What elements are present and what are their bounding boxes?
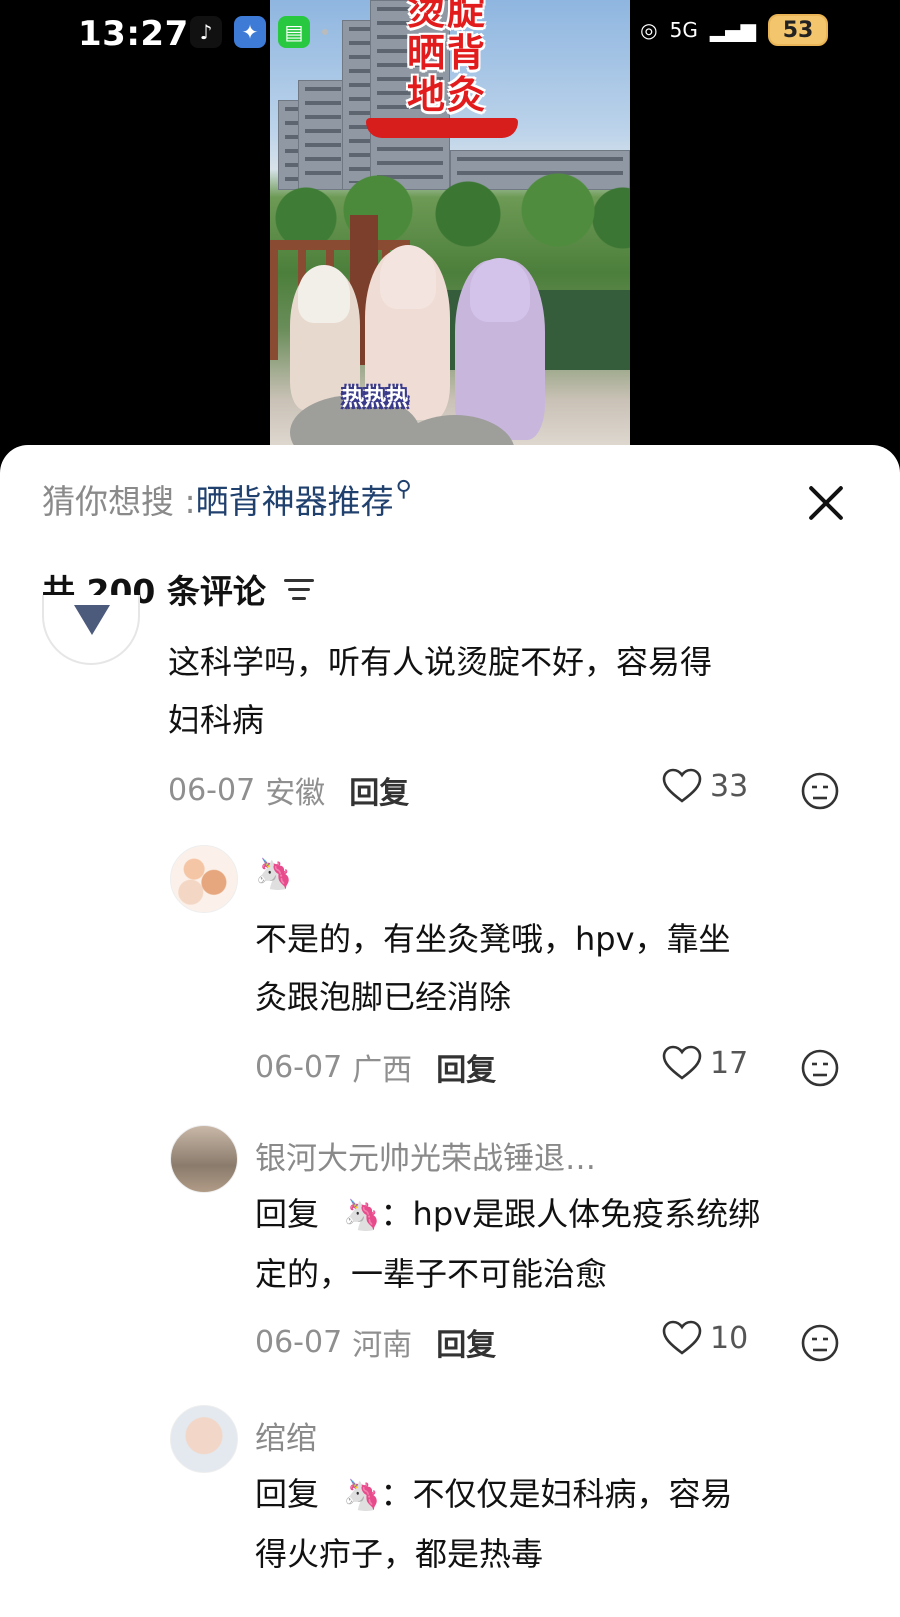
suggest-query-link[interactable]: 晒背神器推荐 [196,475,394,523]
heart-icon [662,1320,702,1355]
game-icon: ✦ [234,16,266,48]
comment-text: 回复 🦄：hpv是跟人体免疫系统绑 定的，一辈子不可能治愈 [255,1195,761,1293]
search-icon: ⚲ [395,476,412,502]
comment-date: 06-07 [168,772,256,808]
dislike-face-icon[interactable] [800,771,840,811]
avatar[interactable] [42,595,140,665]
like-button[interactable]: 33 [662,768,748,804]
username[interactable]: 银河大元帅光荣战锤退… [255,1133,596,1178]
status-app-icons: ♪ ✦ ▤ [190,16,328,48]
reply-button[interactable]: 回复 [349,768,409,812]
comment-location: 安徽 [265,776,326,811]
comment-text: 回复 🦄：不仅仅是妇科病，容易 得火疖子，都是热毒 [255,1475,733,1573]
comment-text: 这科学吗，听有人说烫腚不好，容易得 妇科病 [168,643,713,739]
banner-line-2: 晒背 [406,31,487,75]
comment-meta: 06-07 安徽 回复 [168,768,409,812]
reply-button[interactable]: 回复 [436,1045,496,1089]
reply-to-username[interactable]: 🦄 [343,1478,380,1513]
reply-button[interactable]: 回复 [436,1320,496,1364]
video-player[interactable]: 烫腚 晒背 地灸 热热热 [270,0,630,470]
comment-meta: 06-07 广西 回复 [255,1045,496,1089]
avatar[interactable] [170,1125,238,1193]
robot-icon: ◎ [640,18,658,42]
close-icon[interactable] [806,483,846,523]
like-button[interactable]: 10 [662,1320,748,1356]
like-count: 10 [710,1320,749,1356]
banner-ribbon [366,118,518,138]
avatar[interactable] [170,1405,238,1473]
video-area[interactable]: 烫腚 晒背 地灸 热热热 13:27 ♪ ✦ ▤ ◎ 5G ▂▄▆ 53 [0,0,900,470]
heart-icon [662,1045,702,1080]
sort-icon[interactable] [283,577,314,601]
heart-icon [662,768,702,803]
comment-date: 06-07 [255,1049,343,1085]
username[interactable]: 绾绾 [255,1413,317,1458]
avatar[interactable] [170,845,238,913]
comment-sheet: 猜你想搜 : 晒背神器推荐 ⚲ 共 200 条评论 这科学吗，听有人说烫腚不好，… [0,445,900,1617]
notification-dot [322,29,328,35]
dislike-face-icon[interactable] [800,1048,840,1088]
comment-meta: 06-07 河南 回复 [255,1320,496,1364]
battery-level: 53 [782,17,814,43]
tiktok-icon: ♪ [190,16,222,48]
comment-location: 广西 [352,1053,413,1088]
like-count: 33 [710,768,749,804]
dislike-face-icon[interactable] [800,1323,840,1363]
comment-text: 不是的，有坐灸凳哦，hpv，靠坐 灸跟泡脚已经消除 [255,920,731,1016]
reply-prefix: 回复 [255,1475,320,1513]
comment-location: 河南 [352,1328,413,1363]
comment-date: 06-07 [255,1324,343,1360]
search-suggestion[interactable]: 猜你想搜 : 晒背神器推荐 ⚲ [42,475,412,523]
banner-line-1: 烫腚 [406,0,487,33]
reply-prefix: 回复 [255,1195,320,1233]
status-time: 13:27 [78,14,189,54]
username[interactable]: 🦄 [255,857,292,892]
like-count: 17 [710,1045,749,1081]
video-caption: 热热热 [342,386,409,411]
message-icon: ▤ [278,16,310,48]
reply-to-username[interactable]: 🦄 [343,1198,380,1233]
like-button[interactable]: 17 [662,1045,748,1081]
banner-line-3: 地灸 [406,73,487,117]
signal-icon: ▂▄▆ [709,18,756,42]
status-indicators: ◎ 5G ▂▄▆ 53 [640,14,828,46]
network-label: 5G [669,18,698,42]
battery-icon: 53 [768,14,828,46]
suggest-label: 猜你想搜 : [42,482,196,521]
